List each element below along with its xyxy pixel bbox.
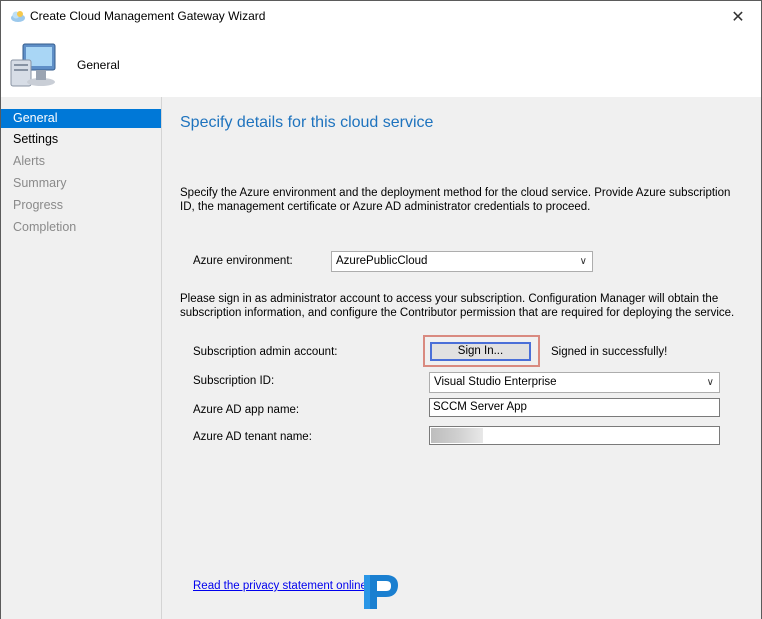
intro-text: Specify the Azure environment and the de… (180, 187, 731, 213)
wizard-steps: General Settings Alerts Summary Progress… (1, 97, 162, 619)
signin-status: Signed in successfully! (551, 346, 668, 358)
chevron-down-icon: ∨ (579, 256, 587, 267)
subscription-id-select[interactable]: Visual Studio Enterprise ∨ (429, 372, 720, 393)
step-summary[interactable]: Summary (1, 172, 161, 194)
main-content: Specify details for this cloud service S… (162, 97, 761, 619)
title-bar: Create Cloud Management Gateway Wizard ✕ (1, 1, 761, 32)
page-title: Specify details for this cloud service (180, 114, 434, 131)
step-completion[interactable]: Completion (1, 216, 161, 238)
subscription-id-label: Subscription ID: (193, 375, 275, 387)
step-settings[interactable]: Settings (1, 128, 161, 150)
subscription-id-value: Visual Studio Enterprise (434, 376, 557, 388)
close-button[interactable]: ✕ (715, 1, 761, 32)
tenant-name-field[interactable] (429, 426, 720, 445)
azure-environment-label: Azure environment: (193, 255, 293, 267)
redacted-tenant-value (431, 428, 483, 443)
cloud-app-icon (11, 11, 25, 22)
tenant-name-label: Azure AD tenant name: (193, 431, 312, 443)
wizard-window: Create Cloud Management Gateway Wizard ✕… (0, 0, 762, 619)
app-name-value: SCCM Server App (433, 401, 527, 413)
azure-environment-select[interactable]: AzurePublicCloud ∨ (331, 251, 593, 272)
signin-note: Please sign in as administrator account … (180, 293, 735, 319)
close-icon: ✕ (731, 8, 745, 26)
step-progress[interactable]: Progress (1, 194, 161, 216)
computer-icon (10, 43, 56, 87)
wizard-header: General (1, 32, 761, 96)
app-name-label: Azure AD app name: (193, 404, 300, 416)
chevron-down-icon: ∨ (706, 377, 714, 388)
step-general[interactable]: General (1, 109, 161, 128)
watermark-logo (364, 575, 398, 609)
app-name-field[interactable]: SCCM Server App (429, 398, 720, 417)
sign-in-button[interactable]: Sign In... (430, 342, 531, 361)
window-title: Create Cloud Management Gateway Wizard (30, 9, 266, 23)
privacy-statement-link[interactable]: Read the privacy statement online. (193, 580, 370, 592)
step-alerts[interactable]: Alerts (1, 150, 161, 172)
header-title: General (77, 58, 120, 72)
azure-environment-value: AzurePublicCloud (336, 255, 428, 267)
subscription-admin-label: Subscription admin account: (193, 346, 338, 358)
